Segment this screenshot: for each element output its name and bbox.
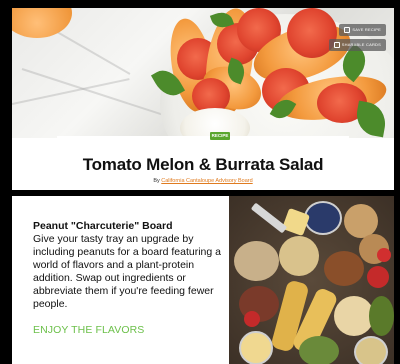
sharable-cards-button[interactable]: SHARABLE CARDS <box>328 39 386 51</box>
save-recipe-button[interactable]: SAVE RECIPE <box>339 24 386 36</box>
recipe-card[interactable]: SAVE RECIPE SHARABLE CARDS Tomato Melon … <box>12 8 394 190</box>
recipe-hero-image: SAVE RECIPE SHARABLE CARDS <box>12 8 394 138</box>
promo-description: Give your tasty tray an upgrade by inclu… <box>33 233 221 310</box>
recipe-title-panel: Tomato Melon & Burrata Salad By Californ… <box>57 136 349 190</box>
promo-card[interactable]: Peanut "Charcuterie" Board Give your tas… <box>12 196 394 364</box>
bookmark-icon <box>344 26 351 33</box>
enjoy-the-flavors-link[interactable]: ENJOY THE FLAVORS <box>33 324 144 336</box>
promo-title: Peanut "Charcuterie" Board <box>33 220 173 232</box>
author-link[interactable]: California Cantaloupe Advisory Board <box>161 178 252 184</box>
charcuterie-board-image <box>229 196 394 364</box>
recipe-title[interactable]: Tomato Melon & Burrata Salad <box>57 155 349 175</box>
share-icon <box>333 41 340 48</box>
recipe-byline: By California Cantaloupe Advisory Board <box>153 178 253 184</box>
recipe-badge: RECIPE <box>210 132 230 140</box>
